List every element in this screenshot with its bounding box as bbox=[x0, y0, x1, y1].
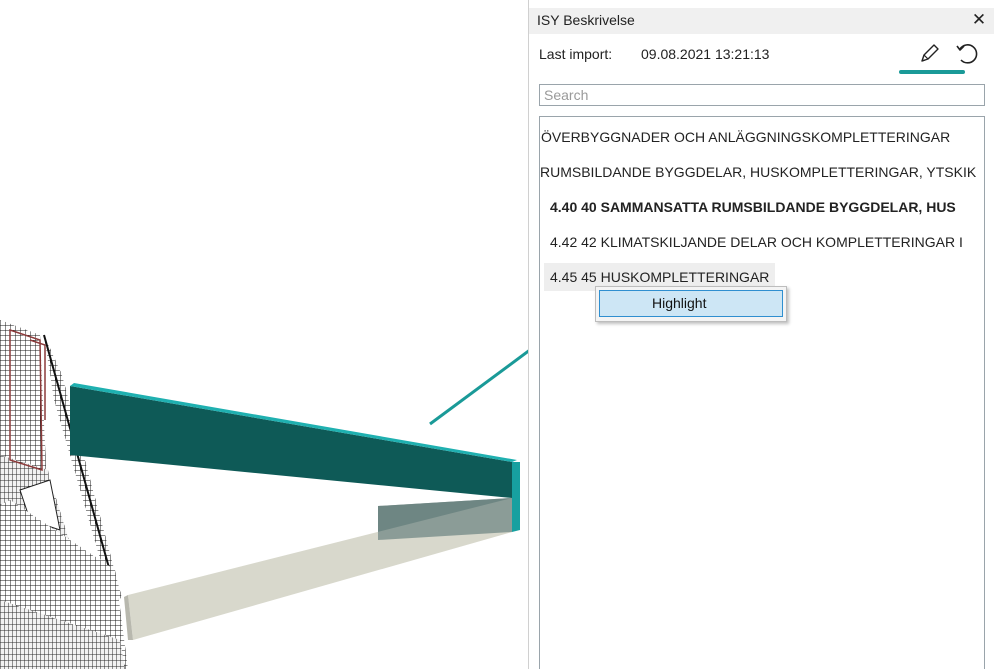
building-frame bbox=[0, 320, 128, 669]
tree-item[interactable]: 4.40 40 SAMMANSATTA RUMSBILDANDE BYGGDEL… bbox=[550, 193, 956, 221]
undo-icon[interactable] bbox=[953, 40, 981, 68]
highlight-menu-item[interactable]: Highlight bbox=[599, 290, 783, 317]
model-viewport[interactable] bbox=[0, 0, 528, 669]
model-drawing bbox=[0, 320, 528, 669]
search-input[interactable] bbox=[539, 84, 985, 106]
tree-item[interactable]: RUMSBILDANDE BYGGDELAR, HUSKOMPLETTERING… bbox=[540, 158, 976, 186]
last-import-value: 09.08.2021 13:21:13 bbox=[641, 46, 770, 62]
context-menu: Highlight bbox=[595, 286, 787, 322]
chapter-tree: ÖVERBYGGNADER OCH ANLÄGGNINGSKOMPLETTERI… bbox=[539, 116, 985, 669]
panel-title: ISY Beskrivelse bbox=[537, 12, 635, 28]
close-icon[interactable]: ✕ bbox=[969, 10, 989, 30]
grey-wall bbox=[124, 498, 512, 640]
active-tool-indicator bbox=[899, 70, 965, 74]
pencil-icon[interactable] bbox=[915, 40, 943, 68]
isy-panel: ISY Beskrivelse ✕ Last import: 09.08.202… bbox=[528, 0, 994, 669]
tree-item[interactable]: ÖVERBYGGNADER OCH ANLÄGGNINGSKOMPLETTERI… bbox=[541, 123, 950, 151]
last-import-label: Last import: bbox=[539, 46, 613, 62]
panel-titlebar: ISY Beskrivelse ✕ bbox=[529, 8, 994, 34]
callout-line bbox=[429, 349, 528, 426]
tree-item[interactable]: 4.42 42 KLIMATSKILJANDE DELAR OCH KOMPLE… bbox=[550, 228, 963, 256]
